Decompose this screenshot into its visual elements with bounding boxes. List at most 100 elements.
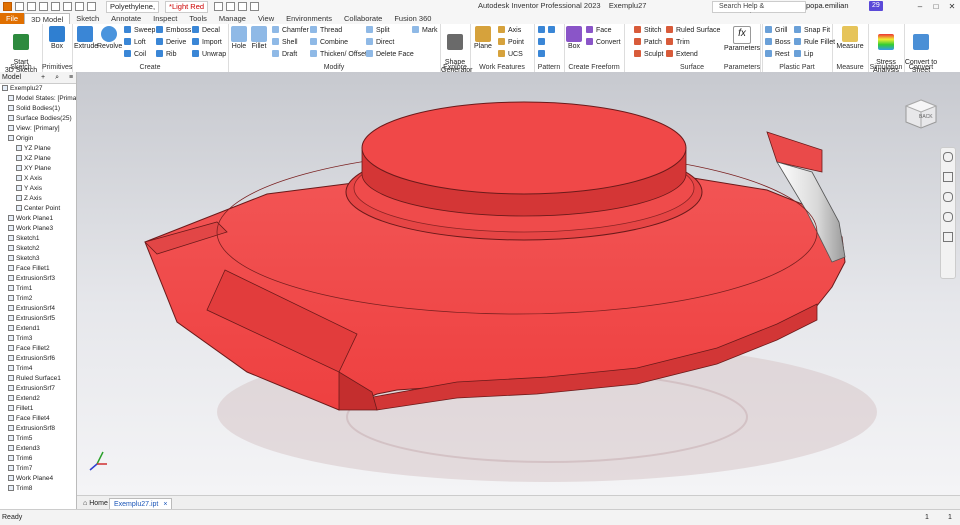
tree-item[interactable]: Surface Bodies(25)	[0, 114, 76, 124]
tab-file[interactable]: File	[0, 13, 25, 24]
maximize-button[interactable]: □	[928, 0, 944, 13]
draft-button[interactable]: Draft	[272, 50, 297, 60]
tree-item[interactable]: Trim4	[0, 364, 76, 374]
import-button[interactable]: Import	[192, 38, 222, 48]
box-primitive-button[interactable]: Box	[46, 26, 68, 51]
tree-item[interactable]: ExtrusionSrf8	[0, 424, 76, 434]
tree-item[interactable]: Work Plane4	[0, 474, 76, 484]
look-at-icon[interactable]	[943, 232, 953, 242]
boss-button[interactable]: Boss	[765, 38, 791, 48]
tree-item[interactable]: ExtrusionSrf3	[0, 274, 76, 284]
graphics-viewport[interactable]: BACK	[77, 72, 960, 495]
tree-item[interactable]: Sketch1	[0, 234, 76, 244]
tree-item[interactable]: X Axis	[0, 174, 76, 184]
decal-button[interactable]: Decal	[192, 26, 220, 36]
tab-collaborate[interactable]: Collaborate	[338, 13, 388, 24]
close-tab-icon[interactable]: ×	[163, 501, 167, 508]
rule-fillet-button[interactable]: Rule Fillet	[794, 38, 835, 48]
orbit-icon[interactable]	[943, 212, 953, 222]
tree-item[interactable]: Trim7	[0, 464, 76, 474]
notification-badge[interactable]: 29	[869, 1, 883, 11]
app-menu-icon[interactable]	[3, 2, 12, 11]
tree-item[interactable]: ExtrusionSrf6	[0, 354, 76, 364]
axis-button[interactable]: Axis	[498, 26, 521, 36]
rectangular-pattern-button[interactable]	[538, 26, 558, 36]
plane-button[interactable]: Plane	[473, 26, 493, 51]
sweep-button[interactable]: Sweep	[124, 26, 155, 36]
tree-item[interactable]: Origin	[0, 134, 76, 144]
search-icon[interactable]: ⌕	[55, 74, 59, 81]
ruled-surface-button[interactable]: Ruled Surface	[666, 26, 720, 36]
tree-item[interactable]: Sketch3	[0, 254, 76, 264]
pan-icon[interactable]	[943, 172, 953, 182]
direct-button[interactable]: Direct	[366, 38, 394, 48]
minimize-button[interactable]: –	[912, 0, 928, 13]
viewcube[interactable]: BACK	[904, 98, 938, 130]
tree-item[interactable]: View: [Primary]	[0, 124, 76, 134]
emboss-button[interactable]: Emboss	[156, 26, 191, 36]
point-button[interactable]: Point	[498, 38, 524, 48]
clear-appearance-icon[interactable]	[214, 2, 224, 11]
measure-button[interactable]: Measure	[834, 26, 866, 51]
rest-button[interactable]: Rest	[765, 50, 789, 60]
hole-button[interactable]: Hole	[230, 26, 248, 51]
home-tab[interactable]: ⌂ Home	[79, 498, 112, 509]
tree-item[interactable]: Face Fillet2	[0, 344, 76, 354]
thicken-offset-button[interactable]: Thicken/ Offset	[310, 50, 367, 60]
new-file-icon[interactable]	[15, 2, 24, 11]
tab-tools[interactable]: Tools	[183, 13, 213, 24]
parameters-button[interactable]: fx Parameters	[724, 26, 760, 53]
shell-button[interactable]: Shell	[272, 38, 298, 48]
material-dropdown[interactable]: Polyethylene,	[106, 0, 160, 13]
tab-fusion-360[interactable]: Fusion 360	[388, 13, 437, 24]
tree-item[interactable]: Trim8	[0, 484, 76, 494]
tree-item[interactable]: Exemplu27	[0, 84, 76, 94]
tree-item[interactable]: Model States: [Prima	[0, 94, 76, 104]
tree-item[interactable]: Extend1	[0, 324, 76, 334]
add-browser-icon[interactable]: +	[41, 74, 45, 81]
tree-item[interactable]: Trim3	[0, 334, 76, 344]
sketch-pattern-button[interactable]	[538, 50, 548, 60]
tree-item[interactable]: Trim2	[0, 294, 76, 304]
user-account[interactable]: popa.emilian	[806, 1, 849, 10]
tree-item[interactable]: Center Point	[0, 204, 76, 214]
tree-item[interactable]: Face Fillet1	[0, 264, 76, 274]
revolve-button[interactable]: Revolve	[97, 26, 122, 51]
derive-button[interactable]: Derive	[156, 38, 186, 48]
thread-button[interactable]: Thread	[310, 26, 342, 36]
sculpt-button[interactable]: Sculpt	[634, 50, 663, 60]
tab-annotate[interactable]: Annotate	[105, 13, 147, 24]
tree-item[interactable]: Work Plane1	[0, 214, 76, 224]
adjust-icon[interactable]	[226, 2, 236, 11]
patch-button[interactable]: Patch	[634, 38, 662, 48]
tree-item[interactable]: Face Fillet4	[0, 414, 76, 424]
stitch-button[interactable]: Stitch	[634, 26, 662, 36]
fillet-button[interactable]: Fillet	[250, 26, 268, 51]
full-navigation-wheel-icon[interactable]	[943, 152, 953, 162]
tree-item[interactable]: Trim6	[0, 454, 76, 464]
trim-button[interactable]: Trim	[666, 38, 690, 48]
tree-item[interactable]: XY Plane	[0, 164, 76, 174]
mirror-button[interactable]	[538, 38, 548, 48]
help-search-input[interactable]: Search Help & Commands...	[712, 1, 806, 20]
tree-item[interactable]: YZ Plane	[0, 144, 76, 154]
tree-item[interactable]: Solid Bodies(1)	[0, 104, 76, 114]
tree-item[interactable]: Trim5	[0, 434, 76, 444]
freeform-face-button[interactable]: Face	[586, 26, 612, 36]
select-icon[interactable]	[87, 2, 96, 11]
appearance-dropdown[interactable]: *Light Red	[165, 0, 209, 13]
tree-item[interactable]: Extend3	[0, 444, 76, 454]
tab-sketch[interactable]: Sketch	[70, 13, 105, 24]
tree-item[interactable]: Trim1	[0, 284, 76, 294]
redo-icon[interactable]	[63, 2, 72, 11]
sketch-icon[interactable]	[250, 2, 260, 11]
freeform-convert-button[interactable]: Convert	[586, 38, 621, 48]
close-button[interactable]: ✕	[944, 0, 960, 13]
ucs-button[interactable]: UCS	[498, 50, 523, 60]
tab-3d-model[interactable]: 3D Model	[24, 12, 71, 25]
lip-button[interactable]: Lip	[794, 50, 813, 60]
snap-fit-button[interactable]: Snap Fit	[794, 26, 830, 36]
tree-item[interactable]: ExtrusionSrf7	[0, 384, 76, 394]
tree-item[interactable]: Sketch2	[0, 244, 76, 254]
delete-face-button[interactable]: Delete Face	[366, 50, 414, 60]
